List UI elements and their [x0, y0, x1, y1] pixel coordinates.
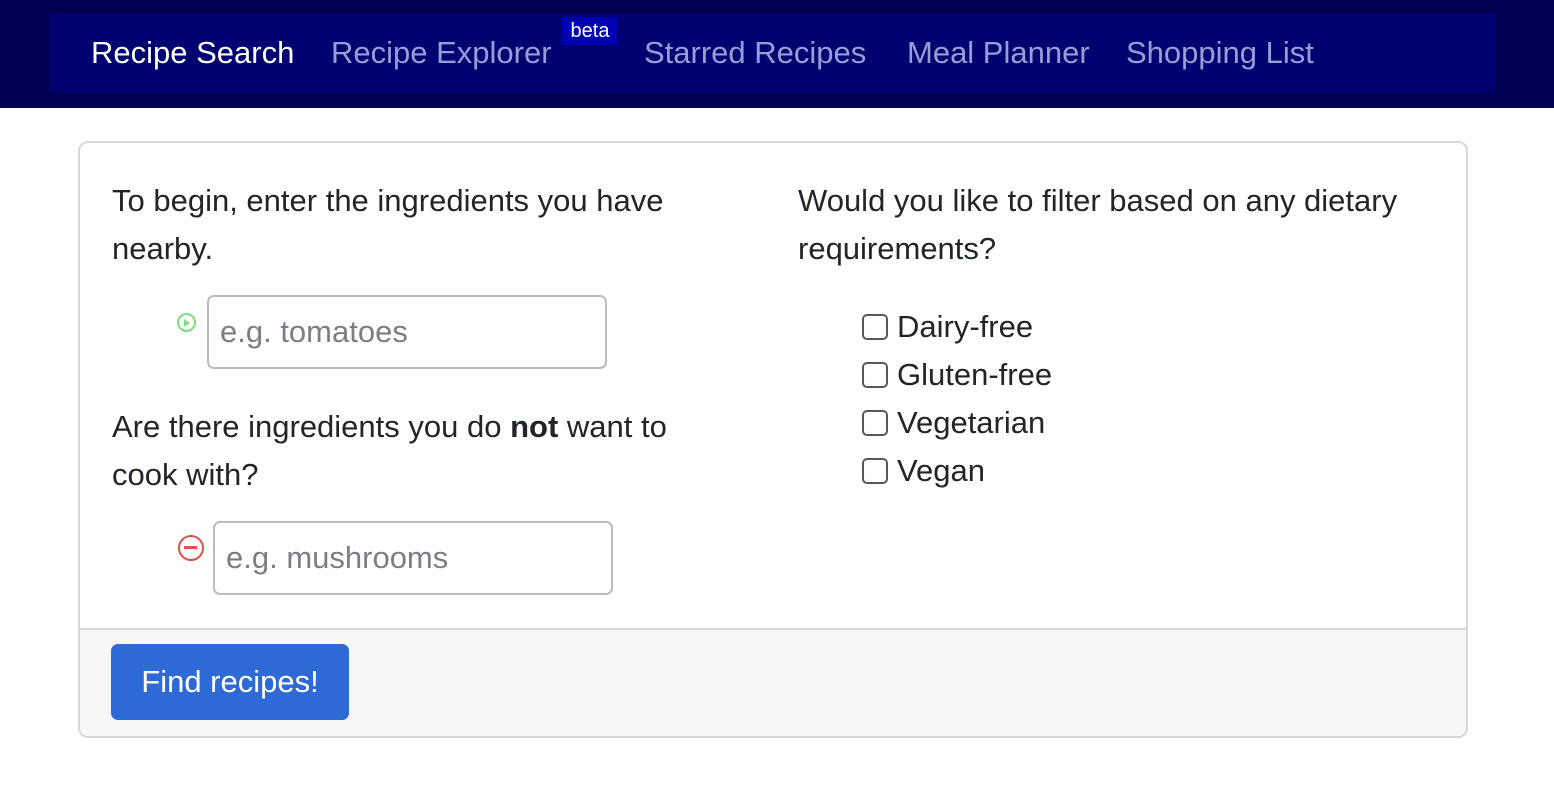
- vegan-label: Vegan: [897, 453, 985, 488]
- exclude-ingredient-input[interactable]: [213, 521, 613, 595]
- exclude-prompt-before: Are there ingredients you do: [112, 409, 511, 444]
- exclude-prompt: Are there ingredients you do not want to…: [112, 403, 772, 499]
- exclude-prompt-emphasis: not: [510, 409, 559, 444]
- navbar: Recipe Search Recipe Explorer beta Starr…: [0, 0, 1554, 108]
- include-prompt-line1: To begin, enter the ingredients you have: [112, 183, 664, 218]
- include-ingredient-input[interactable]: [207, 295, 607, 369]
- gluten-free-label: Gluten-free: [897, 357, 1053, 392]
- search-card: To begin, enter the ingredients you have…: [78, 141, 1468, 738]
- dietary-prompt-line1: Would you like to filter based on any di…: [798, 183, 1398, 218]
- dietary-prompt: Would you like to filter based on any di…: [798, 177, 1458, 273]
- gluten-free-checkbox[interactable]: [862, 362, 888, 388]
- vegetarian-checkbox[interactable]: [862, 410, 888, 436]
- nav-recipe-search[interactable]: Recipe Search: [91, 34, 294, 72]
- nav-starred-recipes[interactable]: Starred Recipes: [644, 34, 866, 72]
- dairy-free-label: Dairy-free: [897, 309, 1034, 344]
- exclude-prompt-line2: cook with?: [112, 457, 259, 492]
- vegan-checkbox[interactable]: [862, 458, 888, 484]
- include-prompt: To begin, enter the ingredients you have…: [112, 177, 772, 273]
- dietary-option-vegan[interactable]: Vegan: [862, 451, 985, 491]
- beta-badge: beta: [562, 17, 618, 45]
- include-prompt-line2: nearby.: [112, 231, 214, 266]
- add-circle-icon: [177, 313, 196, 332]
- exclude-prompt-after: want to: [558, 409, 667, 444]
- nav-recipe-explorer[interactable]: Recipe Explorer: [331, 34, 552, 72]
- dairy-free-checkbox[interactable]: [862, 314, 888, 340]
- vegetarian-label: Vegetarian: [897, 405, 1046, 440]
- find-recipes-button[interactable]: Find recipes!: [111, 644, 349, 720]
- nav-meal-planner[interactable]: Meal Planner: [907, 34, 1090, 72]
- minus-circle-icon: [178, 535, 204, 561]
- dietary-prompt-line2: requirements?: [798, 231, 997, 266]
- nav-shopping-list[interactable]: Shopping List: [1126, 34, 1314, 72]
- dietary-option-gluten-free[interactable]: Gluten-free: [862, 355, 1052, 395]
- dietary-option-vegetarian[interactable]: Vegetarian: [862, 403, 1045, 443]
- dietary-option-dairy-free[interactable]: Dairy-free: [862, 307, 1033, 347]
